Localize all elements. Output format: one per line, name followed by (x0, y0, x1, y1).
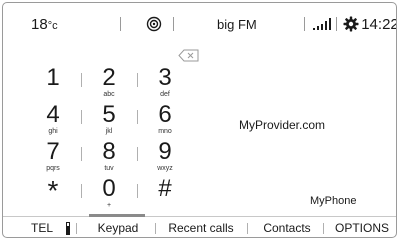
key-divider (137, 147, 138, 161)
phone-screen: 18°c big FM 14:22 1 2 abc 3 def 4 ghi 5 … (2, 2, 397, 238)
key-divider (137, 73, 138, 87)
tab-options[interactable]: OPTIONS (327, 217, 396, 237)
bottom-tab-bar: TEL Keypad Recent calls Contacts OPTIONS (3, 214, 396, 237)
radio-icon[interactable] (146, 16, 162, 32)
key-8[interactable]: 8 tuv (81, 139, 137, 176)
key-divider (81, 73, 82, 87)
tab-recent-calls[interactable]: Recent calls (155, 217, 247, 237)
dial-keypad: 1 2 abc 3 def 4 ghi 5 jkl 6 mno 7 pqrs 8 (25, 65, 193, 213)
tab-divider (323, 223, 324, 234)
status-divider (304, 17, 305, 31)
battery-icon (66, 222, 70, 235)
backspace-icon[interactable] (178, 49, 199, 62)
radio-station-name[interactable]: big FM (217, 17, 257, 32)
temperature-unit: °c (47, 20, 58, 32)
connected-phone-name: MyPhone (310, 195, 357, 207)
key-2[interactable]: 2 abc (81, 65, 137, 102)
temperature-value: 18 (31, 16, 48, 33)
key-3[interactable]: 3 def (137, 65, 193, 102)
tab-contacts[interactable]: Contacts (247, 217, 327, 237)
key-1[interactable]: 1 (25, 65, 81, 102)
key-4[interactable]: 4 ghi (25, 102, 81, 139)
tab-tel[interactable]: TEL (9, 217, 69, 237)
key-5[interactable]: 5 jkl (81, 102, 137, 139)
key-divider (81, 184, 82, 198)
key-star[interactable]: * (25, 176, 81, 213)
clock: 14:22 (361, 16, 397, 33)
gear-icon[interactable] (343, 16, 359, 32)
key-divider (137, 110, 138, 124)
key-hash[interactable]: # (137, 176, 193, 213)
key-0[interactable]: 0 + (81, 176, 137, 213)
key-6[interactable]: 6 mno (137, 102, 193, 139)
key-7[interactable]: 7 pqrs (25, 139, 81, 176)
status-divider (120, 17, 121, 31)
key-divider (81, 110, 82, 124)
tab-tel-label: TEL (31, 221, 54, 235)
key-divider (137, 184, 138, 198)
status-divider (173, 17, 174, 31)
status-bar: 18°c big FM 14:22 (3, 3, 396, 43)
key-divider (81, 147, 82, 161)
provider-name: MyProvider.com (239, 118, 326, 132)
signal-strength-icon (313, 18, 331, 30)
tab-keypad[interactable]: Keypad (77, 217, 159, 237)
temperature-readout: 18°c (31, 16, 58, 33)
key-9[interactable]: 9 wxyz (137, 139, 193, 176)
status-divider (336, 17, 337, 31)
